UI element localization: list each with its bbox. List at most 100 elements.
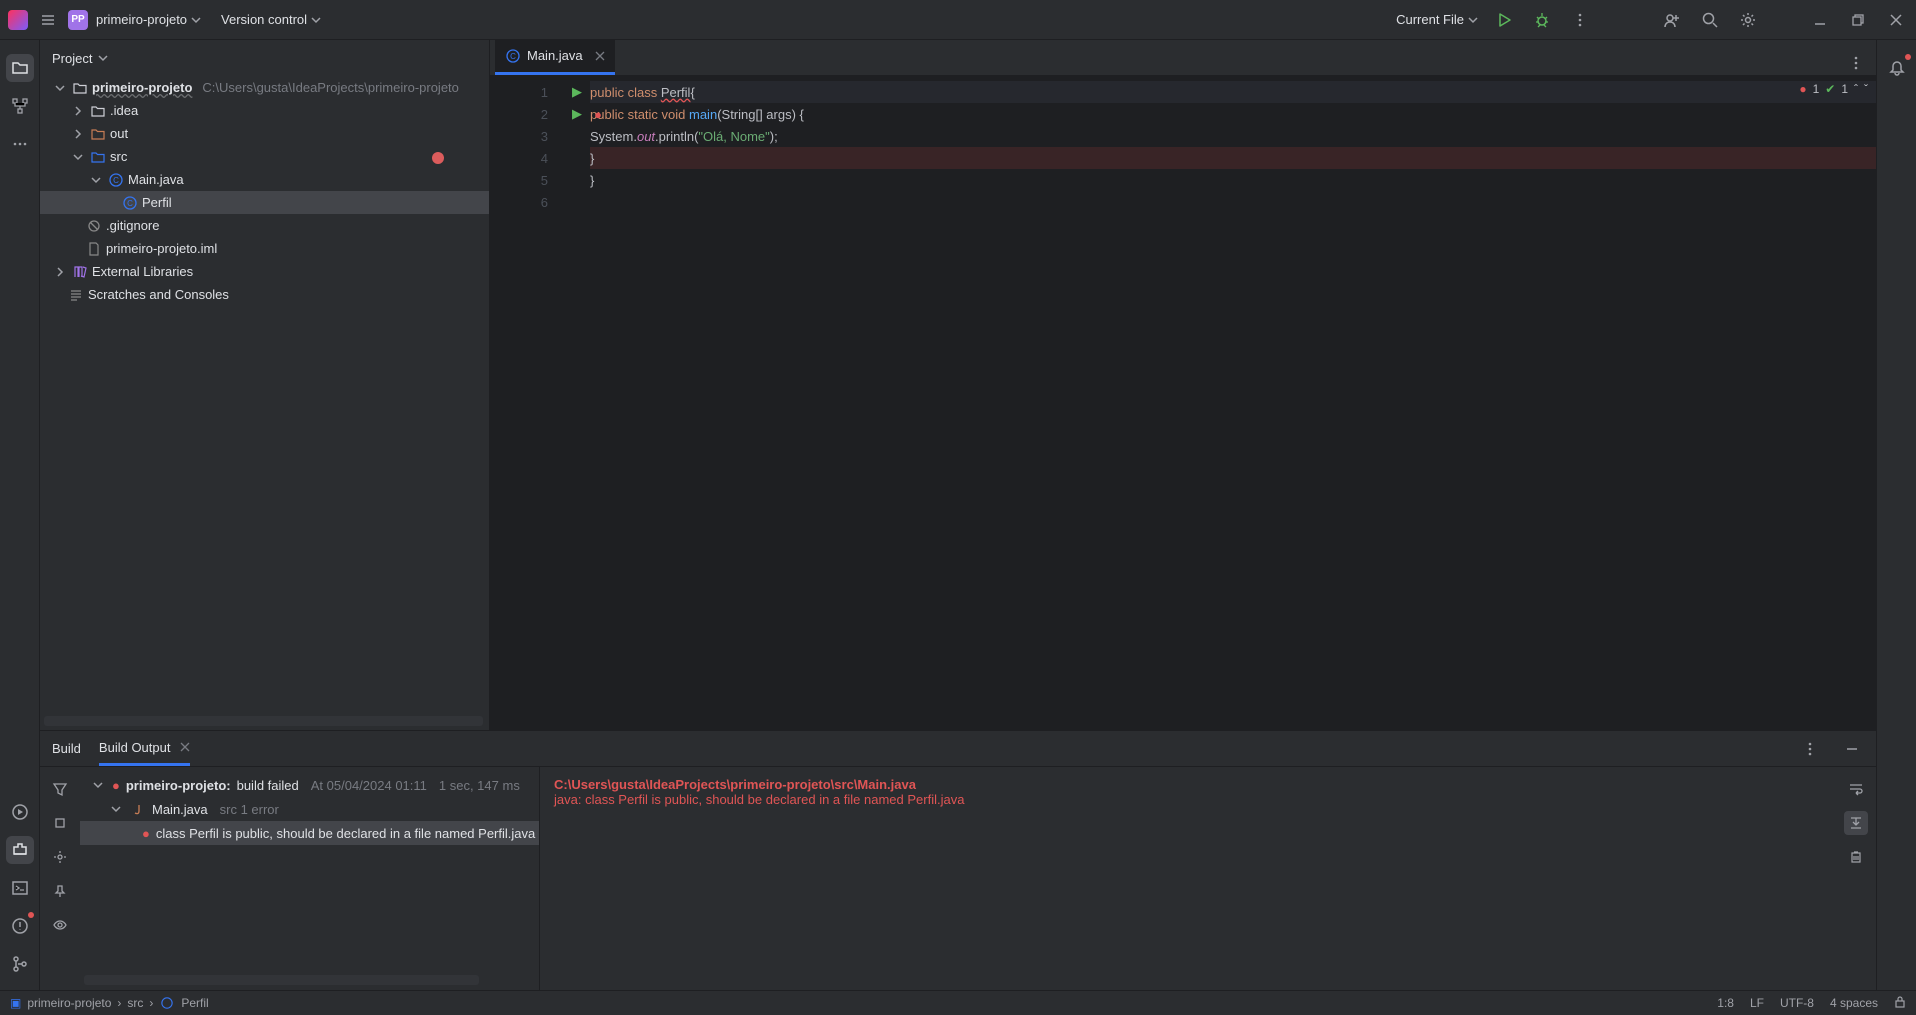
tree-label: out — [110, 126, 128, 141]
tab-options-icon[interactable] — [1844, 51, 1868, 75]
code-line-2[interactable]: public static void main(String[] args) { — [590, 103, 1876, 125]
code-line-3[interactable]: System.out.println("Olá, Nome"); — [590, 125, 1876, 147]
build-console-output[interactable]: C:\Users\gusta\IdeaProjects\primeiro-pro… — [540, 767, 1836, 990]
search-icon[interactable] — [1698, 8, 1722, 32]
encoding[interactable]: UTF-8 — [1780, 996, 1814, 1010]
eye-icon[interactable] — [48, 913, 72, 937]
project-tool-icon[interactable] — [6, 54, 34, 82]
project-badge: PP — [68, 10, 88, 30]
chevron-right-icon: › — [117, 996, 121, 1010]
tree-iml[interactable]: primeiro-projeto.iml — [40, 237, 489, 260]
code-line-1[interactable]: public class Perfil{ — [590, 81, 1876, 103]
editor-tab-label: Main.java — [527, 48, 583, 63]
cursor-position[interactable]: 1:8 — [1717, 996, 1734, 1010]
folder-icon — [72, 80, 88, 96]
class-icon: C — [505, 48, 521, 64]
vcs-tool-icon[interactable] — [6, 950, 34, 978]
readonly-lock-icon[interactable] — [1894, 996, 1906, 1011]
build-status: build failed — [237, 778, 299, 793]
build-row-project[interactable]: ● primeiro-projeto: build failed At 05/0… — [80, 773, 539, 797]
tree-idea[interactable]: .idea — [40, 99, 489, 122]
status-bar: ▣ primeiro-projeto › src › Perfil 1:8 LF… — [0, 990, 1916, 1015]
close-icon[interactable] — [180, 742, 190, 752]
code-line-4[interactable]: } — [590, 147, 1876, 169]
close-window-icon[interactable] — [1884, 8, 1908, 32]
tree-label: src — [110, 149, 127, 164]
line-number: 3 — [541, 129, 548, 144]
build-tool-icon[interactable] — [6, 836, 34, 864]
more-actions-icon[interactable] — [1568, 8, 1592, 32]
line-number: 4 — [541, 151, 548, 166]
close-tab-icon[interactable] — [595, 51, 605, 61]
inspection-widget[interactable]: ●1 ✔1 ˆ ˇ — [1799, 82, 1868, 96]
editor-content[interactable]: 1▶ 2▶● 3 4 5 6 public class Perfil{ publ… — [490, 76, 1876, 730]
run-gutter-icon[interactable]: ▶ — [572, 106, 582, 122]
build-row-file[interactable]: Main.java src 1 error — [80, 797, 539, 821]
structure-tool-icon[interactable] — [6, 92, 34, 120]
prev-highlight-icon[interactable]: ˆ — [1854, 82, 1858, 96]
problems-tool-icon[interactable] — [6, 912, 34, 940]
class-icon: C — [108, 172, 124, 188]
code-line-5[interactable]: } — [590, 169, 1876, 191]
build-output-tab[interactable]: Build Output — [99, 732, 190, 766]
stop-icon[interactable] — [48, 811, 72, 835]
settings-small-icon[interactable] — [48, 845, 72, 869]
tree-label: Scratches and Consoles — [88, 287, 229, 302]
tree-ext-libs[interactable]: External Libraries — [40, 260, 489, 283]
run-button-icon[interactable] — [1492, 8, 1516, 32]
editor-tab-bar: C Main.java — [490, 40, 1876, 76]
settings-icon[interactable] — [1736, 8, 1760, 32]
horizontal-scrollbar[interactable] — [84, 975, 479, 985]
line-number: 2 — [541, 107, 548, 122]
tree-root[interactable]: primeiro-projeto C:\Users\gusta\IdeaProj… — [40, 76, 489, 99]
next-highlight-icon[interactable]: ˇ — [1864, 82, 1868, 96]
restore-window-icon[interactable] — [1846, 8, 1870, 32]
run-gutter-icon[interactable]: ▶ — [572, 84, 582, 100]
tree-scratches[interactable]: Scratches and Consoles — [40, 283, 489, 306]
module-icon: ▣ — [10, 996, 21, 1010]
hide-panel-icon[interactable] — [1840, 737, 1864, 761]
run-config-dropdown[interactable]: Current File — [1396, 12, 1478, 27]
title-bar: PP primeiro-projeto Version control Curr… — [0, 0, 1916, 40]
tree-root-path: C:\Users\gusta\IdeaProjects\primeiro-pro… — [202, 80, 459, 95]
project-tree[interactable]: primeiro-projeto C:\Users\gusta\IdeaProj… — [40, 76, 489, 716]
terminal-tool-icon[interactable] — [6, 874, 34, 902]
tree-src[interactable]: src — [40, 145, 489, 168]
clear-icon[interactable] — [1844, 845, 1868, 869]
line-ending[interactable]: LF — [1750, 996, 1764, 1010]
tree-perfil[interactable]: C Perfil — [40, 191, 489, 214]
build-tab[interactable]: Build — [52, 733, 81, 764]
breadcrumb-src[interactable]: src — [127, 996, 143, 1010]
notifications-icon[interactable] — [1883, 54, 1911, 82]
build-options-icon[interactable] — [1798, 737, 1822, 761]
scroll-to-end-icon[interactable] — [1844, 811, 1868, 835]
soft-wrap-icon[interactable] — [1844, 777, 1868, 801]
right-tool-strip — [1876, 40, 1916, 990]
more-tools-icon[interactable] — [6, 130, 34, 158]
main-menu-icon[interactable] — [36, 8, 60, 32]
breakpoint-icon[interactable] — [432, 152, 444, 164]
editor-tab-main[interactable]: C Main.java — [495, 39, 615, 75]
tree-gitignore[interactable]: .gitignore — [40, 214, 489, 237]
build-row-error[interactable]: ● class Perfil is public, should be decl… — [80, 821, 539, 845]
breadcrumb-class[interactable]: Perfil — [181, 996, 208, 1010]
tree-label: Perfil — [142, 195, 172, 210]
services-tool-icon[interactable] — [6, 798, 34, 826]
indent[interactable]: 4 spaces — [1830, 996, 1878, 1010]
breadcrumb-project[interactable]: primeiro-projeto — [27, 996, 111, 1010]
pin-icon[interactable] — [48, 879, 72, 903]
code-with-me-icon[interactable] — [1660, 8, 1684, 32]
error-gutter-icon[interactable]: ● — [594, 107, 602, 122]
chevron-down-icon[interactable] — [98, 53, 108, 63]
tree-main-java[interactable]: C Main.java — [40, 168, 489, 191]
error-badge-icon: ● — [112, 778, 120, 793]
minimize-window-icon[interactable] — [1808, 8, 1832, 32]
horizontal-scrollbar[interactable] — [44, 716, 483, 726]
filter-icon[interactable] — [48, 777, 72, 801]
project-selector[interactable]: primeiro-projeto — [96, 12, 201, 27]
tree-out[interactable]: out — [40, 122, 489, 145]
debug-button-icon[interactable] — [1530, 8, 1554, 32]
version-control-dropdown[interactable]: Version control — [221, 12, 321, 27]
build-messages-tree[interactable]: ● primeiro-projeto: build failed At 05/0… — [80, 767, 540, 990]
editor-gutter: 1▶ 2▶● 3 4 5 6 — [490, 76, 560, 730]
